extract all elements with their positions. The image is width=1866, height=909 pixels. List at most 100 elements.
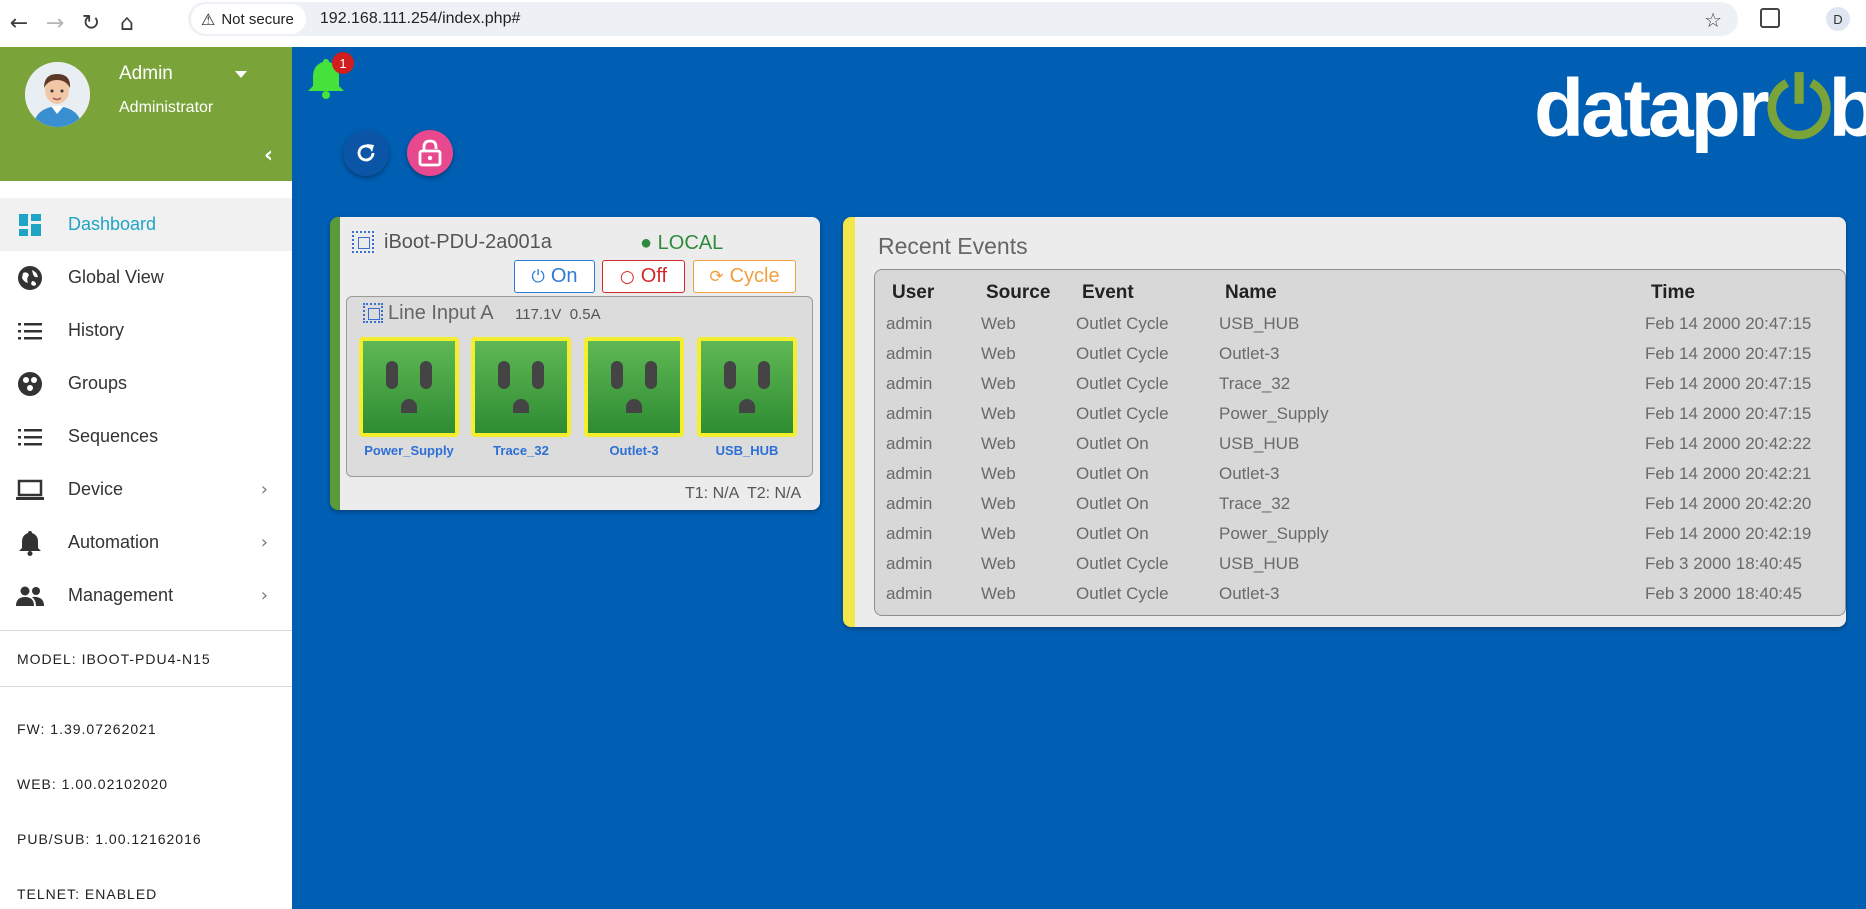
table-row: admin Web Outlet On Power_Supply Feb 14 2000… — [886, 524, 1812, 543]
people-icon — [16, 582, 44, 610]
circle-icon: ○ — [619, 266, 635, 287]
sidebar-item-device[interactable]: Device › — [0, 463, 292, 516]
outlet-trace-32[interactable] — [471, 337, 571, 437]
sidebar-item-label: Global View — [68, 267, 164, 287]
list-icon — [16, 317, 44, 345]
outlet-power-supply[interactable] — [359, 337, 459, 437]
model-info: MODEL: IBOOT-PDU4-N15 — [17, 650, 211, 667]
refresh-icon — [357, 144, 375, 162]
outlet-outlet-3[interactable] — [584, 337, 684, 437]
list-icon — [16, 423, 44, 451]
laptop-icon — [16, 476, 44, 504]
collapse-sidebar-icon[interactable]: ‹ — [264, 143, 273, 168]
extensions-icon[interactable] — [1760, 8, 1780, 28]
sidebar-item-label: Dashboard — [68, 214, 157, 234]
sidebar-item-automation[interactable]: Automation › — [0, 516, 292, 569]
events-table: User Source Event Name Time admin Web Outl… — [874, 269, 1846, 616]
table-row: admin Web Outlet Cycle USB_HUB Feb 3 2000 18… — [886, 554, 1802, 573]
chevron-right-icon: › — [260, 532, 268, 553]
unlock-icon — [418, 139, 442, 167]
sidebar-item-label: Management — [68, 585, 174, 605]
cycle-button[interactable]: ⟳ Cycle — [693, 260, 796, 293]
table-row: admin Web Outlet Cycle Power_Supply Feb 14 2… — [886, 404, 1812, 423]
home-icon[interactable]: ⌂ — [112, 9, 142, 39]
outlet-label[interactable]: Trace_32 — [465, 443, 577, 458]
profile-avatar[interactable]: D — [1826, 7, 1850, 31]
sidebar-item-global-view[interactable]: Global View — [0, 251, 292, 304]
sidebar-item-groups[interactable]: Groups — [0, 357, 292, 410]
device-name[interactable]: iBoot-PDU-2a001a — [384, 231, 552, 254]
bell-icon — [16, 529, 44, 557]
chevron-right-icon: › — [260, 585, 268, 606]
user-panel: Admin Administrator ‹ — [0, 47, 292, 181]
column-header-source: Source — [986, 282, 1051, 303]
user-avatar-icon — [25, 62, 90, 127]
dashboard-icon — [16, 211, 44, 239]
bookmark-star-icon[interactable]: ☆ — [1704, 8, 1722, 32]
off-button[interactable]: ○ Off — [602, 260, 685, 293]
sidebar-item-management[interactable]: Management › — [0, 569, 292, 622]
line-metrics: 117.1V 0.5A — [515, 306, 601, 323]
line-input-title[interactable]: Line Input A — [388, 302, 494, 325]
table-row: admin Web Outlet On Trace_32 Feb 14 2000 20:… — [886, 494, 1812, 513]
security-label: Not secure — [221, 10, 294, 28]
column-header-time: Time — [1651, 282, 1696, 303]
address-bar[interactable]: ⚠ Not secure 192.168.111.254/index.php# … — [188, 2, 1738, 36]
sidebar-item-sequences[interactable]: Sequences — [0, 410, 292, 463]
power-icon: ⏻ — [1766, 63, 1832, 154]
sidebar-item-label: Automation — [68, 532, 160, 552]
recent-events-title: Recent Events — [878, 233, 1028, 259]
outlet-label[interactable]: Outlet-3 — [578, 443, 690, 458]
device-status: ● LOCAL — [640, 232, 724, 254]
table-row: admin Web Outlet On Outlet-3 Feb 14 2000 20:… — [886, 464, 1812, 483]
table-row: admin Web Outlet On USB_HUB Feb 14 2000 20:4… — [886, 434, 1812, 453]
outlet-label[interactable]: Power_Supply — [353, 443, 465, 458]
sidebar-item-label: Sequences — [68, 426, 159, 446]
telnet-status-info: TELNET: ENABLED — [17, 885, 158, 902]
on-button[interactable]: ⏻ On — [514, 260, 595, 293]
column-header-name: Name — [1225, 282, 1277, 303]
outlet-usb-hub[interactable] — [697, 337, 797, 437]
user-name[interactable]: Admin — [119, 63, 173, 85]
refresh-button[interactable] — [343, 130, 389, 176]
user-role: Administrator — [119, 99, 214, 116]
sidebar-item-label: Device — [68, 479, 124, 499]
table-row: admin Web Outlet Cycle USB_HUB Feb 14 2000 2… — [886, 314, 1812, 333]
column-header-user: User — [892, 282, 935, 303]
warning-icon: ⚠ — [201, 9, 216, 29]
dataprobe-logo: datapr⏻be — [1534, 63, 1866, 154]
sidebar-item-dashboard[interactable]: Dashboard — [0, 198, 292, 251]
lock-button[interactable] — [407, 130, 453, 176]
avatar — [25, 62, 90, 127]
sidebar-item-history[interactable]: History — [0, 304, 292, 357]
cycle-icon: ⟳ — [709, 266, 724, 287]
notification-badge: 1 — [332, 52, 354, 74]
chevron-right-icon: › — [260, 479, 268, 500]
line-current: 0.5A — [569, 306, 601, 323]
back-icon[interactable]: ← — [4, 9, 34, 39]
column-header-event: Event — [1082, 282, 1134, 303]
table-row: admin Web Outlet Cycle Trace_32 Feb 14 2000 … — [886, 374, 1812, 393]
url-text[interactable]: 192.168.111.254/index.php# — [320, 10, 520, 28]
temperature-readout: T1: N/A T2: N/A — [685, 485, 802, 502]
groups-icon — [16, 370, 44, 398]
recent-events-card: Recent Events User Source Event Name Tim… — [843, 217, 1846, 627]
web-version-info: WEB: 1.00.02102020 — [17, 775, 169, 792]
globe-icon — [16, 264, 44, 292]
firmware-info: FW: 1.39.07262021 — [17, 720, 157, 737]
table-row: admin Web Outlet Cycle Outlet-3 Feb 14 2000 … — [886, 344, 1812, 363]
table-row: admin Web Outlet Cycle Outlet-3 Feb 3 2000 1… — [886, 584, 1802, 603]
sidebar-item-label: Groups — [68, 373, 128, 393]
forward-icon[interactable]: → — [40, 9, 70, 39]
sidebar-item-label: History — [68, 320, 125, 340]
security-indicator[interactable]: ⚠ Not secure — [191, 4, 306, 34]
line-chip-icon — [363, 303, 383, 323]
outlet-label[interactable]: USB_HUB — [691, 443, 803, 458]
user-menu-caret-icon[interactable] — [235, 71, 247, 78]
power-icon: ⏻ — [531, 266, 545, 287]
device-card: iBoot-PDU-2a001a ● LOCAL ⏻ On ○ Off ⟳ Cy… — [330, 217, 820, 510]
reload-icon[interactable]: ↻ — [76, 9, 106, 39]
device-chip-icon — [352, 231, 374, 253]
line-input-panel: Line Input A 117.1V 0.5A Power_Supply Tr… — [346, 296, 813, 477]
pubsub-version-info: PUB/SUB: 1.00.12162016 — [17, 830, 202, 847]
